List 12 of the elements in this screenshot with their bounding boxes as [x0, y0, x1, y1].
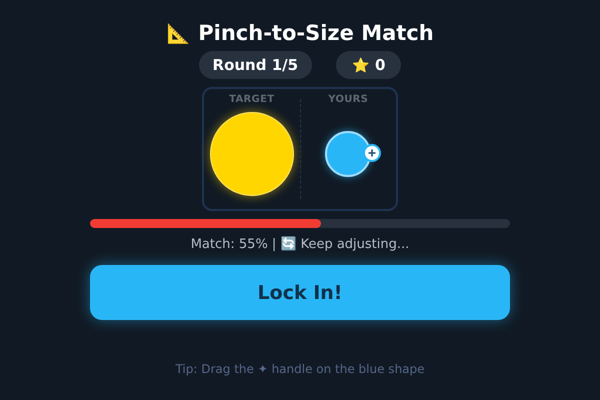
ruler-icon: 📐 — [166, 22, 190, 44]
resize-handle[interactable] — [363, 144, 382, 162]
column-label: TARGET — [229, 94, 274, 105]
app-title: Pinch-to-Size Match — [198, 21, 434, 45]
lock-in-button[interactable]: Lock In! — [90, 265, 510, 320]
round-counter: Round 1/5 — [198, 51, 312, 79]
match-status: Match: 55% | 🔄 Keep adjusting... — [190, 236, 410, 252]
player-circle[interactable] — [325, 131, 372, 177]
star-icon: ⭐ — [352, 56, 370, 74]
column-label: YOURS — [328, 94, 368, 105]
tip-text: Tip: Drag the ✦ handle on the blue shape — [175, 362, 425, 376]
score-value: 0 — [375, 56, 386, 74]
